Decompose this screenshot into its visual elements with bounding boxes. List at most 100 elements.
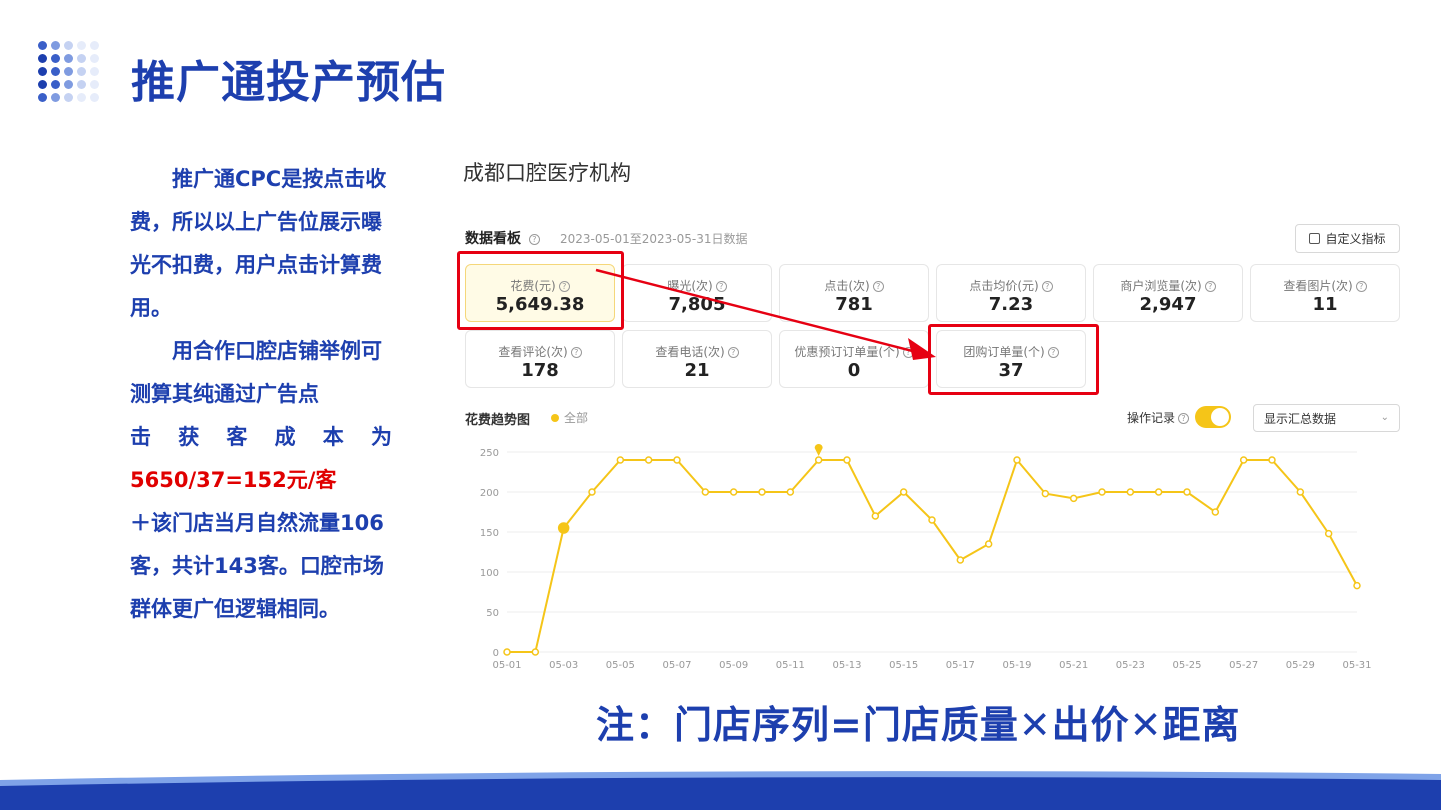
data-point bbox=[729, 488, 738, 496]
metric-value: 178 bbox=[521, 360, 559, 381]
x-tick-label: 05-27 bbox=[1229, 660, 1258, 671]
data-point bbox=[786, 488, 795, 496]
dot bbox=[64, 41, 73, 50]
help-icon[interactable]: ? bbox=[1204, 281, 1216, 292]
metric-card[interactable]: 查看图片(次)? 11 bbox=[1250, 264, 1400, 322]
data-point bbox=[899, 488, 908, 496]
dot bbox=[64, 67, 73, 76]
x-tick-label: 05-29 bbox=[1286, 660, 1315, 671]
metric-card[interactable]: 查看电话(次)? 21 bbox=[622, 330, 772, 388]
date-range: 2023-05-01至2023-05-31日数据 bbox=[560, 232, 748, 246]
data-point bbox=[1353, 581, 1361, 590]
data-point bbox=[644, 456, 653, 464]
x-tick-label: 05-25 bbox=[1172, 660, 1201, 671]
bottom-note: 注：门店序列=门店质量✕出价✕距离 bbox=[596, 703, 1241, 747]
x-tick-label: 05-21 bbox=[1059, 660, 1088, 671]
y-tick-label: 100 bbox=[480, 568, 499, 579]
metric-label: 查看评论(次)? bbox=[466, 343, 614, 360]
spend-trend-chart: 0 50 100 150 200 250 05-01 05-03 05-05 05-07 05-09… bbox=[480, 444, 1372, 671]
data-point bbox=[503, 648, 511, 656]
dot bbox=[90, 80, 99, 89]
metric-card[interactable]: 曝光(次)? 7,805 bbox=[622, 264, 772, 322]
chart-legend[interactable]: 全部 bbox=[551, 409, 588, 426]
data-point bbox=[557, 522, 570, 534]
x-tick-label: 05-01 bbox=[492, 660, 521, 671]
help-icon[interactable]: ? bbox=[727, 347, 739, 358]
metric-value: 781 bbox=[835, 294, 873, 315]
data-point bbox=[956, 556, 965, 564]
dot bbox=[90, 93, 99, 102]
data-point bbox=[1013, 456, 1021, 464]
dot bbox=[51, 41, 60, 50]
metric-label: 点击均价(元)? bbox=[937, 277, 1085, 294]
help-icon[interactable]: ? bbox=[570, 347, 582, 358]
dot bbox=[77, 54, 86, 63]
explanation-text: 推广通CPC是按点击收费，所以以上广告位展示曝光不扣费，用户点击计算费用。 用合… bbox=[130, 158, 392, 631]
y-tick-label: 200 bbox=[480, 488, 499, 499]
dot bbox=[51, 54, 60, 63]
x-tick-label: 05-15 bbox=[889, 660, 918, 671]
metric-card[interactable]: 点击均价(元)? 7.23 bbox=[936, 264, 1086, 322]
metric-card[interactable]: 点击(次)? 781 bbox=[779, 264, 929, 322]
metric-label: 优惠预订订单量(个)? bbox=[780, 343, 928, 360]
data-point bbox=[871, 512, 880, 520]
op-record-label: 操作记录? bbox=[1127, 409, 1190, 426]
dot bbox=[64, 54, 73, 63]
edit-icon bbox=[1309, 233, 1321, 244]
x-tick-label: 05-23 bbox=[1116, 660, 1145, 671]
metric-label: 查看图片(次)? bbox=[1251, 277, 1399, 294]
y-tick-label: 250 bbox=[480, 448, 499, 459]
dot bbox=[90, 67, 99, 76]
data-point bbox=[1324, 529, 1333, 538]
paragraph-2a: 用合作口腔店铺举例可测算其纯通过广告点 bbox=[130, 339, 382, 406]
help-icon[interactable]: ? bbox=[528, 234, 540, 245]
data-point bbox=[1183, 488, 1191, 496]
decorative-dot-grid-icon bbox=[38, 41, 100, 103]
help-icon[interactable]: ? bbox=[902, 347, 914, 358]
data-point bbox=[928, 516, 936, 524]
metric-value: 2,947 bbox=[1139, 294, 1197, 315]
legend-dot-icon bbox=[551, 413, 559, 422]
highlight-box-spend bbox=[457, 251, 624, 330]
help-icon[interactable]: ? bbox=[1041, 281, 1053, 292]
data-point bbox=[1154, 488, 1163, 496]
dot bbox=[51, 67, 60, 76]
data-point bbox=[701, 488, 710, 496]
dot bbox=[38, 54, 47, 63]
x-tick-label: 05-11 bbox=[776, 660, 805, 671]
dot bbox=[90, 54, 99, 63]
metric-value: 11 bbox=[1312, 294, 1338, 315]
series-line bbox=[507, 457, 1358, 653]
data-point bbox=[1211, 508, 1220, 516]
op-record-toggle[interactable] bbox=[1195, 406, 1231, 428]
help-icon[interactable]: ? bbox=[715, 281, 727, 292]
help-icon[interactable]: ? bbox=[1178, 413, 1190, 424]
dot bbox=[38, 93, 47, 102]
y-tick-label: 0 bbox=[493, 648, 499, 659]
metric-card[interactable]: 商户浏览量(次)? 2,947 bbox=[1093, 264, 1243, 322]
metric-value: 21 bbox=[684, 360, 710, 381]
dot bbox=[90, 41, 99, 50]
cost-per-customer: 5650/37=152元/客 bbox=[130, 468, 337, 492]
data-point bbox=[1126, 488, 1135, 496]
metric-label: 商户浏览量(次)? bbox=[1094, 277, 1242, 294]
x-tick-label: 05-31 bbox=[1342, 660, 1371, 671]
x-tick-label: 05-09 bbox=[719, 660, 748, 671]
metric-value: 7,805 bbox=[668, 294, 726, 315]
metric-card[interactable]: 查看评论(次)? 178 bbox=[465, 330, 615, 388]
display-mode-select[interactable]: 显示汇总数据 ⌄ bbox=[1253, 404, 1400, 432]
help-icon[interactable]: ? bbox=[1355, 281, 1367, 292]
y-tick-label: 150 bbox=[480, 528, 499, 539]
data-point bbox=[1041, 489, 1050, 498]
custom-metrics-button[interactable]: 自定义指标 bbox=[1295, 224, 1400, 253]
dot bbox=[77, 80, 86, 89]
dot bbox=[51, 93, 60, 102]
dot bbox=[38, 41, 47, 50]
toggle-knob bbox=[1211, 408, 1229, 426]
data-point bbox=[758, 488, 766, 496]
metric-card[interactable]: 优惠预订订单量(个)? 0 bbox=[779, 330, 929, 388]
data-point bbox=[616, 456, 625, 464]
dot bbox=[77, 67, 86, 76]
dot bbox=[64, 80, 73, 89]
help-icon[interactable]: ? bbox=[872, 281, 884, 292]
